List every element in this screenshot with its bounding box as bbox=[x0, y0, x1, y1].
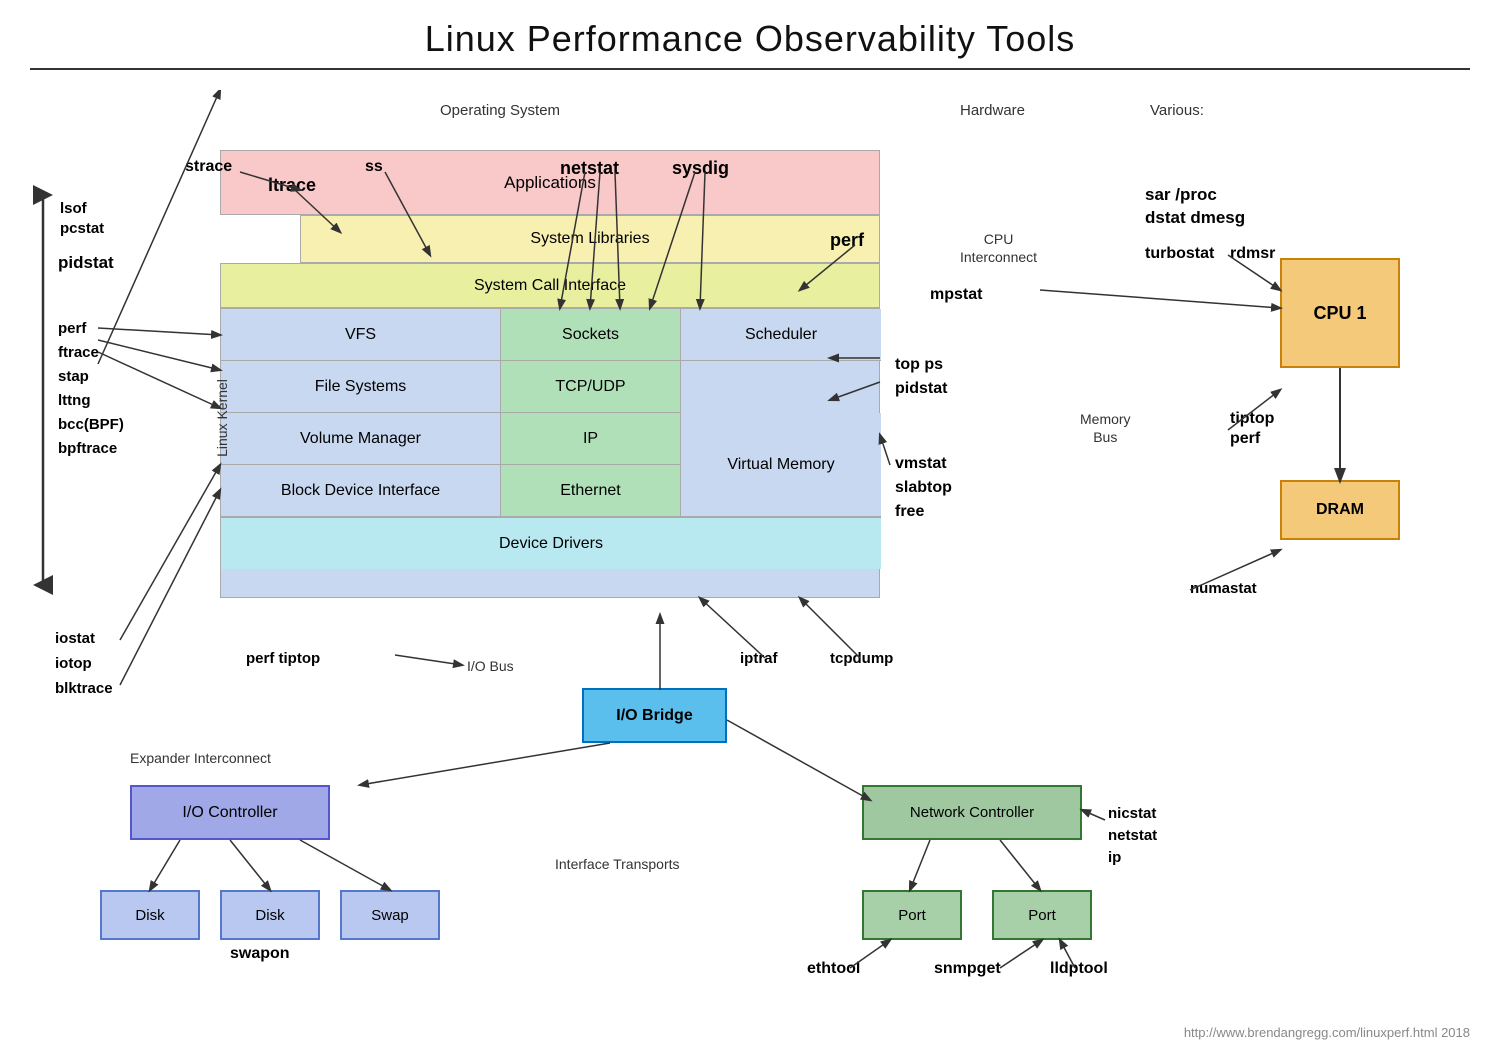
pcstat-label: pcstat bbox=[60, 220, 104, 237]
kernel-label: Linux Kernel bbox=[214, 379, 230, 457]
nicstat-label: nicstat bbox=[1108, 805, 1156, 822]
network-controller-box: Network Controller bbox=[862, 785, 1082, 840]
iotop-label: iotop bbox=[55, 655, 92, 672]
perf-tiptop-label: perf tiptop bbox=[246, 650, 320, 667]
lldptool-label: lldptool bbox=[1050, 960, 1108, 978]
lttng-label: lttng bbox=[58, 392, 90, 409]
sar-proc-label: sar /proc bbox=[1145, 185, 1217, 205]
perf-left-label: perf bbox=[58, 320, 86, 337]
ss-label: ss bbox=[365, 158, 383, 176]
perf-scale-arrow bbox=[28, 185, 58, 595]
netstat-label: netstat bbox=[560, 158, 619, 179]
iptraf-label: iptraf bbox=[740, 650, 778, 667]
strace-label: strace bbox=[185, 158, 232, 176]
filesystem-layer: File Systems bbox=[221, 361, 501, 413]
io-controller-box: I/O Controller bbox=[130, 785, 330, 840]
lsof-label: lsof bbox=[60, 200, 87, 217]
disk2-box: Disk bbox=[220, 890, 320, 940]
pidstat-right-label: pidstat bbox=[895, 380, 947, 398]
rdmsr-label: rdmsr bbox=[1230, 245, 1275, 263]
ltrace-label: ltrace bbox=[268, 175, 316, 196]
pidstat-top-label: pidstat bbox=[58, 253, 114, 273]
numastat-label: numastat bbox=[1190, 580, 1257, 597]
scheduler-layer: Scheduler bbox=[681, 309, 881, 361]
bpftrace-label: bpftrace bbox=[58, 440, 117, 457]
ethernet-layer: Ethernet bbox=[501, 465, 681, 517]
iostat-label: iostat bbox=[55, 630, 95, 647]
cpu-box: CPU 1 bbox=[1280, 258, 1400, 368]
tcpudp-layer: TCP/UDP bbox=[501, 361, 681, 413]
swapon-label: swapon bbox=[230, 945, 290, 963]
perf-hw-label: perf bbox=[1230, 430, 1260, 448]
dstat-label: dstat dmesg bbox=[1145, 208, 1245, 228]
ethtool-label: ethtool bbox=[807, 960, 860, 978]
system-libraries-layer: System Libraries bbox=[300, 215, 880, 263]
page-title: Linux Performance Observability Tools bbox=[0, 0, 1500, 68]
port1-box: Port bbox=[862, 890, 962, 940]
memory-bus-label: MemoryBus bbox=[1080, 410, 1131, 446]
tcpdump-label: tcpdump bbox=[830, 650, 893, 667]
sockets-layer: Sockets bbox=[501, 309, 681, 361]
sysdig-label: sysdig bbox=[672, 158, 729, 179]
slabtop-label: slabtop bbox=[895, 479, 952, 497]
mpstat-label: mpstat bbox=[930, 286, 982, 304]
ftrace-label: ftrace bbox=[58, 344, 99, 361]
perf-right-label: perf bbox=[830, 230, 864, 251]
volume-manager-layer: Volume Manager bbox=[221, 413, 501, 465]
cpu-interconnect-label: CPUInterconnect bbox=[960, 230, 1037, 266]
vmstat-label: vmstat bbox=[895, 455, 947, 473]
disk1-box: Disk bbox=[100, 890, 200, 940]
various-label: Various: bbox=[1150, 102, 1204, 119]
expander-interconnect-label: Expander Interconnect bbox=[130, 750, 271, 766]
free-label: free bbox=[895, 503, 924, 521]
blktrace-label: blktrace bbox=[55, 680, 113, 697]
device-drivers-layer: Device Drivers bbox=[221, 517, 881, 569]
io-bridge-box: I/O Bridge bbox=[582, 688, 727, 743]
block-device-layer: Block Device Interface bbox=[221, 465, 501, 517]
applications-layer: Applications bbox=[220, 150, 880, 215]
interface-transports-label: Interface Transports bbox=[555, 856, 680, 872]
ip-layer: IP bbox=[501, 413, 681, 465]
os-label: Operating System bbox=[440, 102, 560, 119]
kernel-area: VFS File Systems Volume Manager Block De… bbox=[220, 308, 880, 598]
netstat-bottom-label: netstat bbox=[1108, 827, 1157, 844]
tiptop-label: tiptop bbox=[1230, 410, 1274, 428]
dram-box: DRAM bbox=[1280, 480, 1400, 540]
turbostat-label: turbostat bbox=[1145, 245, 1214, 263]
ip-bottom-label: ip bbox=[1108, 849, 1121, 866]
stap-label: stap bbox=[58, 368, 89, 385]
url-text: http://www.brendangregg.com/linuxperf.ht… bbox=[1184, 1025, 1470, 1040]
top-ps-label: top ps bbox=[895, 356, 943, 374]
syscall-layer: System Call Interface bbox=[220, 263, 880, 308]
hardware-label: Hardware bbox=[960, 102, 1025, 119]
io-bus-label: I/O Bus bbox=[467, 658, 514, 674]
vfs-layer: VFS bbox=[221, 309, 501, 361]
swap-box: Swap bbox=[340, 890, 440, 940]
bcc-label: bcc(BPF) bbox=[58, 416, 124, 433]
snmpget-label: snmpget bbox=[934, 960, 1001, 978]
port2-box: Port bbox=[992, 890, 1092, 940]
virtual-memory-layer: Virtual Memory bbox=[681, 413, 881, 517]
